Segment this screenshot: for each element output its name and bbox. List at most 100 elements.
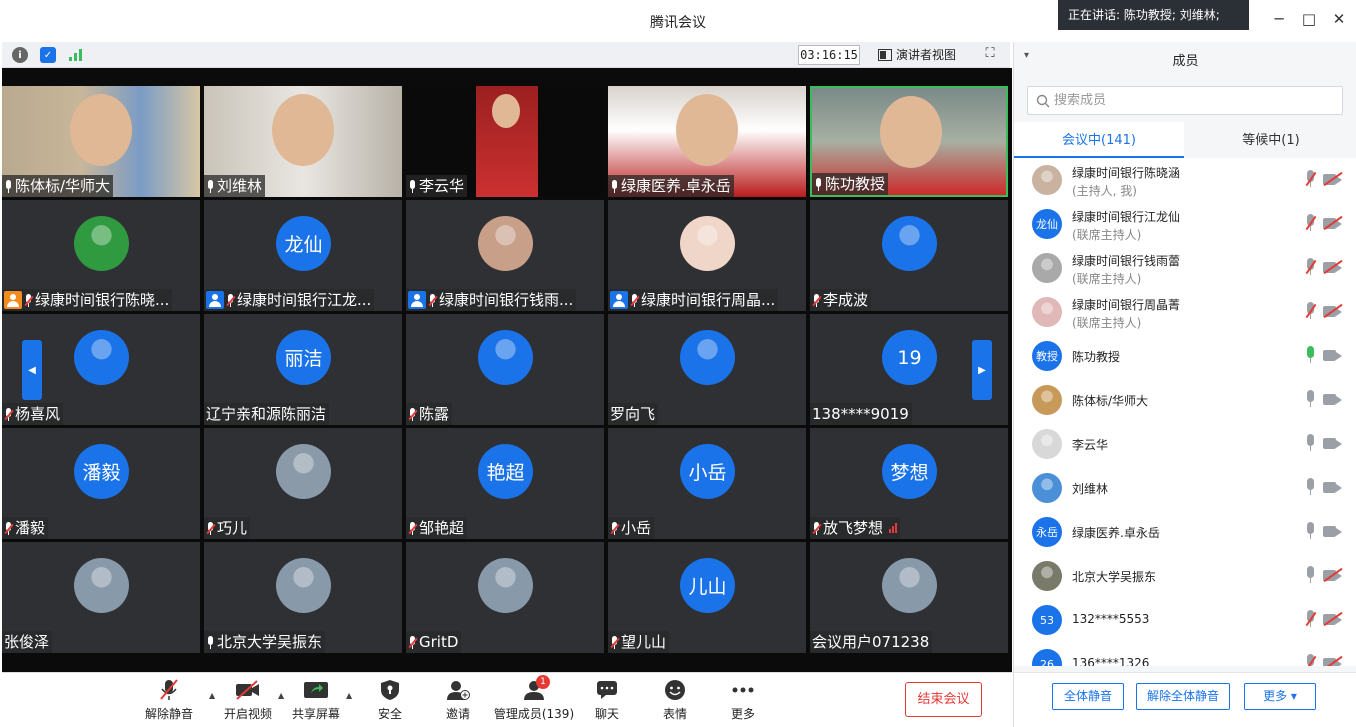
member-row[interactable]: 26 136****1326 xyxy=(1014,642,1356,666)
participant-tile[interactable]: 儿山 望儿山 xyxy=(608,542,806,653)
participant-tile[interactable]: 梦想 放飞梦想 xyxy=(810,428,1008,539)
security-button[interactable]: 安全 xyxy=(355,677,425,725)
minimize-button[interactable]: ─ xyxy=(1268,8,1290,30)
camera-icon[interactable] xyxy=(1323,525,1343,538)
mic-icon[interactable] xyxy=(1303,522,1317,542)
participant-tile[interactable]: 艳超 邹艳超 xyxy=(406,428,604,539)
shield-icon[interactable]: ✓ xyxy=(40,47,56,63)
members-panel-title: 成员 xyxy=(1172,54,1199,69)
unmute-button[interactable]: 解除静音 xyxy=(134,677,204,725)
mic-icon[interactable] xyxy=(1303,434,1317,454)
mic-muted-icon[interactable] xyxy=(1303,258,1317,278)
next-page-button[interactable]: ▶ xyxy=(972,340,992,400)
participant-tile[interactable]: 小岳 小岳 xyxy=(608,428,806,539)
participant-tile[interactable]: 丽洁辽宁亲和源陈丽洁 xyxy=(204,314,402,425)
participant-tile[interactable]: 巧儿 xyxy=(204,428,402,539)
participant-tile[interactable]: 潘毅 潘毅 xyxy=(2,428,200,539)
camera-off-icon[interactable] xyxy=(1323,215,1343,231)
participant-tile[interactable]: 刘维林 xyxy=(204,86,402,197)
participant-avatar: 丽洁 xyxy=(276,330,331,385)
close-button[interactable]: ✕ xyxy=(1328,8,1350,30)
start-video-button[interactable]: 开启视频 xyxy=(213,677,283,725)
participant-tile[interactable]: 陈功教授 xyxy=(810,86,1008,197)
maximize-button[interactable]: □ xyxy=(1298,8,1320,30)
member-row[interactable]: 绿康时间银行钱雨蕾 (联席主持人) xyxy=(1014,246,1356,290)
mic-icon[interactable] xyxy=(1303,566,1317,586)
mic-icon[interactable] xyxy=(1303,346,1317,366)
participant-tile[interactable]: 绿康医养.卓永岳 xyxy=(608,86,806,197)
participant-avatar: 小岳 xyxy=(680,444,735,499)
mic-icon[interactable] xyxy=(1303,478,1317,498)
emoji-button[interactable]: 表情 xyxy=(640,677,710,725)
participant-avatar: 龙仙 xyxy=(276,216,331,271)
member-row[interactable]: 教授 陈功教授 xyxy=(1014,334,1356,378)
participant-tile[interactable]: 张俊泽 xyxy=(2,542,200,653)
participant-avatar xyxy=(74,330,129,385)
member-row[interactable]: 刘维林 xyxy=(1014,466,1356,510)
camera-off-icon[interactable] xyxy=(1323,259,1343,275)
signal-icon[interactable] xyxy=(68,47,84,63)
participant-tile[interactable]: 罗向飞 xyxy=(608,314,806,425)
share-screen-button[interactable]: 共享屏幕 xyxy=(281,677,351,725)
member-row[interactable]: 李云华 xyxy=(1014,422,1356,466)
member-row[interactable]: 龙仙 绿康时间银行江龙仙 (联席主持人) xyxy=(1014,202,1356,246)
participant-tile[interactable]: 龙仙 绿康时间银行江龙... xyxy=(204,200,402,311)
camera-off-icon[interactable] xyxy=(1323,567,1343,583)
info-icon[interactable]: i xyxy=(12,47,28,63)
mic-icon[interactable] xyxy=(1303,390,1317,410)
unmute-label: 解除静音 xyxy=(144,707,193,721)
camera-off-icon[interactable] xyxy=(1323,171,1343,187)
mic-muted-icon[interactable] xyxy=(1303,170,1317,190)
camera-icon[interactable] xyxy=(1323,437,1343,450)
participant-name-label: 辽宁亲和源陈丽洁 xyxy=(204,403,330,425)
participant-name: 张俊泽 xyxy=(4,633,50,651)
mic-muted-icon[interactable] xyxy=(1303,610,1317,630)
search-input[interactable] xyxy=(1054,93,1334,108)
participant-tile[interactable]: 绿康时间银行陈晓... xyxy=(2,200,200,311)
camera-icon[interactable] xyxy=(1323,393,1343,406)
member-row[interactable]: 陈体标/华师大 xyxy=(1014,378,1356,422)
prev-page-button[interactable]: ◀ xyxy=(22,340,42,400)
mic-muted-icon[interactable] xyxy=(1303,302,1317,322)
unmute-all-button[interactable]: 解除全体静音 xyxy=(1136,683,1230,710)
camera-off-icon[interactable] xyxy=(1323,655,1343,666)
manage-members-button[interactable]: 1 管理成员(139) xyxy=(491,675,577,725)
speaker-view-button[interactable]: 演讲者视图 xyxy=(878,45,956,65)
participant-avatar xyxy=(680,216,735,271)
more-button[interactable]: 更多 xyxy=(708,677,778,725)
participant-tile[interactable]: 李云华 xyxy=(406,86,604,197)
member-row[interactable]: 永岳 绿康医养.卓永岳 xyxy=(1014,510,1356,554)
mic-muted-icon xyxy=(610,635,620,649)
speaker-view-label: 演讲者视图 xyxy=(896,48,957,62)
participant-tile[interactable]: 绿康时间银行钱雨... xyxy=(406,200,604,311)
participant-tile[interactable]: 陈露 xyxy=(406,314,604,425)
mic-muted-icon[interactable] xyxy=(1303,214,1317,234)
participant-tile[interactable]: GritD xyxy=(406,542,604,653)
participant-tile[interactable]: 会议用户071238 xyxy=(810,542,1008,653)
member-row[interactable]: 绿康时间银行陈晓涵 (主持人, 我) xyxy=(1014,158,1356,202)
member-row[interactable]: 53 132****5553 xyxy=(1014,598,1356,642)
participant-tile[interactable]: 北京大学吴振东 xyxy=(204,542,402,653)
member-row[interactable]: 绿康时间银行周晶菁 (联席主持人) xyxy=(1014,290,1356,334)
camera-icon[interactable] xyxy=(1323,481,1343,494)
chat-button[interactable]: 聊天 xyxy=(572,677,642,725)
member-avatar xyxy=(1032,429,1062,459)
participant-tile[interactable]: 陈体标/华师大 xyxy=(2,86,200,197)
camera-icon[interactable] xyxy=(1323,349,1343,362)
tab-in-meeting[interactable]: 会议中(141) xyxy=(1014,122,1184,158)
mic-muted-icon[interactable] xyxy=(1303,654,1317,666)
participant-tile[interactable]: 李成波 xyxy=(810,200,1008,311)
end-meeting-button[interactable]: 结束会议 xyxy=(905,682,982,717)
tab-waiting[interactable]: 等候中(1) xyxy=(1186,122,1356,158)
share-options-caret[interactable]: ▲ xyxy=(346,691,352,700)
fullscreen-icon[interactable]: ⛶ xyxy=(982,46,998,62)
member-search[interactable] xyxy=(1027,86,1343,115)
mute-all-button[interactable]: 全体静音 xyxy=(1052,683,1124,710)
invite-button[interactable]: 邀请 xyxy=(423,677,493,725)
camera-off-icon[interactable] xyxy=(1323,303,1343,319)
participant-name-label: GritD xyxy=(406,631,462,653)
participant-tile[interactable]: 绿康时间银行周晶... xyxy=(608,200,806,311)
panel-more-button[interactable]: 更多 ▾ xyxy=(1244,683,1316,710)
member-row[interactable]: 北京大学吴振东 xyxy=(1014,554,1356,598)
camera-off-icon[interactable] xyxy=(1323,611,1343,627)
